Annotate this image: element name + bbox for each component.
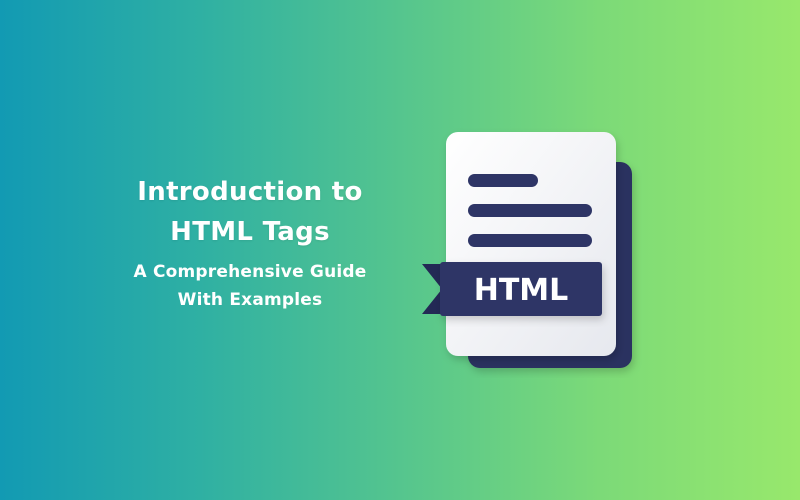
subtitle-line-1: A Comprehensive Guide (133, 262, 367, 282)
document-line-1 (468, 174, 538, 187)
document-line-2 (468, 204, 592, 217)
subtitle-line-2: With Examples (177, 290, 323, 310)
html-label: HTML (474, 273, 569, 308)
document-line-3 (468, 234, 592, 247)
banner-text: Introduction to HTML Tags A Comprehensiv… (90, 172, 410, 314)
hero-banner: Introduction to HTML Tags A Comprehensiv… (0, 0, 800, 500)
html-document-icon: HTML (412, 128, 642, 378)
title-line-2: HTML Tags (170, 217, 330, 247)
title-line-1: Introduction to (137, 177, 363, 207)
